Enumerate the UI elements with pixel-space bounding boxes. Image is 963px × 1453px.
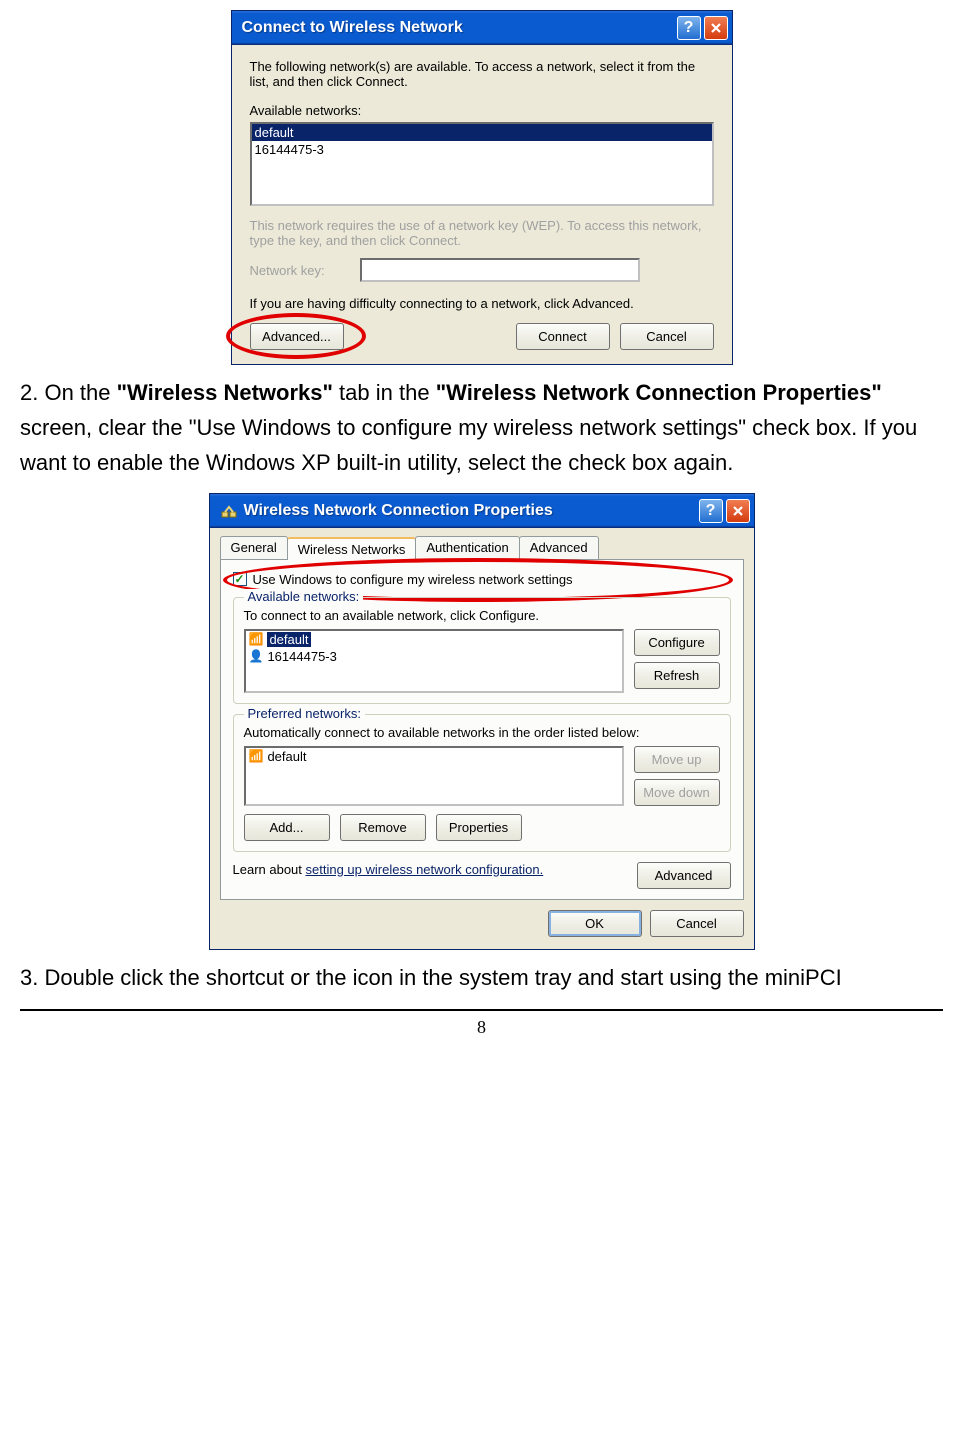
list-item[interactable]: 📶 default (246, 748, 622, 765)
instruction-step-2: 2. On the "Wireless Networks" tab in the… (20, 375, 943, 481)
list-item[interactable]: default (252, 124, 712, 141)
wireless-properties-dialog: Wireless Network Connection Properties ?… (209, 493, 755, 950)
group-legend: Preferred networks: (244, 706, 365, 721)
available-networks-list[interactable]: default 16144475-3 (250, 122, 714, 206)
list-item[interactable]: 📶 default (246, 631, 622, 648)
tab-panel: ✓ Use Windows to configure my wireless n… (220, 559, 744, 900)
network-icon (220, 502, 238, 520)
titlebar[interactable]: Wireless Network Connection Properties ? (210, 494, 754, 528)
checkbox-icon[interactable]: ✓ (233, 572, 247, 586)
advanced-button[interactable]: Advanced... (250, 323, 344, 350)
preferred-networks-group: Preferred networks: Automatically connec… (233, 714, 731, 852)
tab-authentication[interactable]: Authentication (415, 536, 519, 559)
preferred-networks-list[interactable]: 📶 default (244, 746, 624, 806)
page-number: 8 (20, 1009, 943, 1038)
help-note: If you are having difficulty connecting … (250, 296, 714, 311)
available-hint: To connect to an available network, clic… (244, 608, 720, 623)
learn-link[interactable]: setting up wireless network configuratio… (306, 862, 544, 877)
signal-icon: 📶 (249, 749, 264, 763)
connect-wireless-dialog: Connect to Wireless Network ? The follow… (231, 10, 733, 365)
ok-button[interactable]: OK (548, 910, 642, 937)
cancel-button[interactable]: Cancel (620, 323, 714, 350)
close-icon (732, 505, 744, 517)
move-up-button[interactable]: Move up (634, 746, 720, 773)
tab-wireless-networks[interactable]: Wireless Networks (287, 537, 417, 560)
help-button[interactable]: ? (699, 499, 723, 523)
move-down-button[interactable]: Move down (634, 779, 720, 806)
list-item[interactable]: 👤 16144475-3 (246, 648, 622, 665)
close-button[interactable] (704, 16, 728, 40)
add-button[interactable]: Add... (244, 814, 330, 841)
wep-note: This network requires the use of a netwo… (250, 218, 714, 248)
configure-button[interactable]: Configure (634, 629, 720, 656)
group-legend: Available networks: (244, 589, 364, 604)
signal-icon: 📶 (249, 632, 264, 646)
network-key-label: Network key: (250, 263, 360, 278)
preferred-hint: Automatically connect to available netwo… (244, 725, 720, 740)
instruction-step-3: 3. Double click the shortcut or the icon… (20, 960, 943, 995)
tab-advanced[interactable]: Advanced (519, 536, 599, 559)
available-networks-list[interactable]: 📶 default 👤 16144475-3 (244, 629, 624, 693)
titlebar[interactable]: Connect to Wireless Network ? (232, 11, 732, 45)
connect-button[interactable]: Connect (516, 323, 610, 350)
refresh-button[interactable]: Refresh (634, 662, 720, 689)
intro-text: The following network(s) are available. … (250, 59, 714, 89)
cancel-button[interactable]: Cancel (650, 910, 744, 937)
close-button[interactable] (726, 499, 750, 523)
tab-general[interactable]: General (220, 536, 288, 559)
advanced-button[interactable]: Advanced (637, 862, 731, 889)
network-key-input[interactable] (360, 258, 640, 282)
available-networks-group: Available networks: To connect to an ava… (233, 597, 731, 704)
properties-button[interactable]: Properties (436, 814, 522, 841)
adhoc-icon: 👤 (249, 649, 264, 663)
tab-row: General Wireless Networks Authentication… (210, 528, 754, 559)
close-icon (710, 22, 722, 34)
window-title: Wireless Network Connection Properties (244, 502, 696, 520)
checkbox-label: Use Windows to configure my wireless net… (253, 572, 573, 587)
available-label: Available networks: (250, 103, 714, 118)
window-title: Connect to Wireless Network (242, 19, 674, 37)
learn-prefix: Learn about (233, 862, 306, 877)
use-windows-checkbox-row[interactable]: ✓ Use Windows to configure my wireless n… (233, 572, 731, 587)
list-item[interactable]: 16144475-3 (252, 141, 712, 158)
help-button[interactable]: ? (677, 16, 701, 40)
remove-button[interactable]: Remove (340, 814, 426, 841)
